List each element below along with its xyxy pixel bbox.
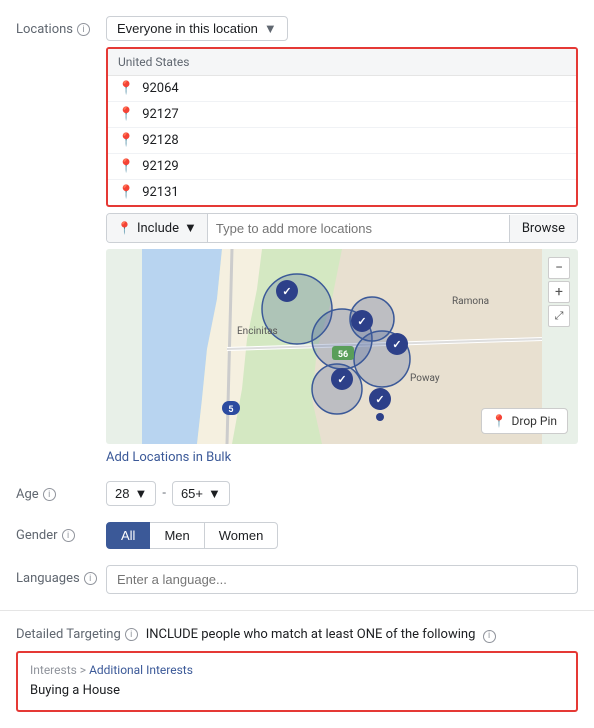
age-dash: - xyxy=(162,486,166,501)
include-bar: 📍 Include ▼ Browse xyxy=(106,213,578,243)
include-chevron-icon: ▼ xyxy=(184,220,197,236)
svg-text:✓: ✓ xyxy=(392,338,401,351)
dt-description-text: INCLUDE people who match at least ONE of… xyxy=(146,627,476,642)
location-type-label: Everyone in this location xyxy=(117,21,258,36)
language-input[interactable] xyxy=(106,565,578,594)
age-max-value: 65+ xyxy=(181,486,203,501)
languages-label-text: Languages xyxy=(16,571,80,586)
location-scroll-area[interactable]: 📍 92064 📍 92127 📍 92128 📍 92129 📍 92131 xyxy=(108,76,576,205)
zip-code: 92131 xyxy=(142,185,179,200)
zip-code: 92064 xyxy=(142,81,179,96)
pin-icon: 📍 xyxy=(118,185,134,200)
location-list-box: United States 📍 92064 📍 92127 📍 92128 📍 92129 📍 9… xyxy=(106,47,578,207)
gender-label: Gender i xyxy=(16,522,106,543)
gender-all-button[interactable]: All xyxy=(106,522,150,549)
gender-info-icon: i xyxy=(62,529,75,542)
age-info-icon: i xyxy=(43,488,56,501)
dt-description-info-icon: i xyxy=(483,630,496,643)
locations-label-text: Locations xyxy=(16,22,73,37)
drop-pin-label: Drop Pin xyxy=(512,414,558,428)
svg-text:✓: ✓ xyxy=(282,285,291,298)
targeting-item: Buying a House xyxy=(30,681,564,700)
age-max-chevron-icon: ▼ xyxy=(208,486,221,501)
gender-men-button[interactable]: Men xyxy=(149,522,204,549)
age-min-chevron-icon: ▼ xyxy=(134,486,147,501)
gender-label-text: Gender xyxy=(16,528,58,543)
svg-text:5: 5 xyxy=(228,405,233,415)
gender-row: Gender i AllMenWomen xyxy=(0,516,594,555)
drop-pin-button[interactable]: 📍 Drop Pin xyxy=(481,408,568,434)
pin-icon: 📍 xyxy=(118,107,134,122)
svg-text:✓: ✓ xyxy=(337,373,346,386)
breadcrumb-link[interactable]: Additional Interests xyxy=(89,663,193,677)
targeting-box: Interests > Additional Interests Buying … xyxy=(16,651,578,712)
svg-text:Poway: Poway xyxy=(410,373,440,384)
locations-info-icon: i xyxy=(77,23,90,36)
dt-header-row: Detailed Targeting i INCLUDE people who … xyxy=(16,627,578,643)
age-min-value: 28 xyxy=(115,486,129,501)
zip-code: 92129 xyxy=(142,159,179,174)
section-divider xyxy=(0,610,594,611)
gender-group: AllMenWomen xyxy=(106,522,578,549)
dt-label-text: Detailed Targeting xyxy=(16,627,121,642)
age-label-text: Age xyxy=(16,487,39,502)
browse-button[interactable]: Browse xyxy=(509,215,577,242)
location-type-dropdown[interactable]: Everyone in this location ▼ xyxy=(106,16,288,41)
svg-text:Encinitas: Encinitas xyxy=(237,326,278,337)
zip-code: 92127 xyxy=(142,107,179,122)
age-row: Age i 28 ▼ - 65+ ▼ xyxy=(0,475,594,512)
include-dropdown[interactable]: 📍 Include ▼ xyxy=(107,214,208,242)
location-search-input[interactable] xyxy=(208,215,509,242)
include-label: Include xyxy=(137,221,179,236)
fullscreen-button[interactable]: ⤢ xyxy=(548,305,570,327)
dt-info-icon: i xyxy=(125,628,138,641)
languages-label: Languages i xyxy=(16,565,106,586)
locations-row: Locations i Everyone in this location ▼ … xyxy=(0,10,594,471)
targeting-breadcrumb: Interests > Additional Interests xyxy=(30,663,564,677)
gender-content: AllMenWomen xyxy=(106,522,578,549)
age-label: Age i xyxy=(16,481,106,502)
svg-text:✓: ✓ xyxy=(375,393,384,406)
languages-row: Languages i xyxy=(0,559,594,600)
svg-text:✓: ✓ xyxy=(357,315,366,328)
dt-label: Detailed Targeting i xyxy=(16,627,138,642)
location-item: 📍 92131 xyxy=(108,180,576,205)
age-content: 28 ▼ - 65+ ▼ xyxy=(106,481,578,506)
location-item: 📍 92129 xyxy=(108,154,576,180)
chevron-down-icon: ▼ xyxy=(264,21,277,36)
gender-women-button[interactable]: Women xyxy=(204,522,279,549)
dt-description: INCLUDE people who match at least ONE of… xyxy=(146,627,578,643)
svg-text:56: 56 xyxy=(338,350,348,360)
languages-content xyxy=(106,565,578,594)
map-controls: − + ⤢ xyxy=(548,257,570,327)
zoom-in-button[interactable]: + xyxy=(548,281,570,303)
pin-icon: 📍 xyxy=(118,133,134,148)
breadcrumb-prefix: Interests xyxy=(30,663,77,677)
age-max-dropdown[interactable]: 65+ ▼ xyxy=(172,481,230,506)
map-container: ✓ ✓ ✓ ✓ xyxy=(106,249,578,444)
detailed-targeting-section: Detailed Targeting i INCLUDE people who … xyxy=(0,621,594,718)
locations-label: Locations i xyxy=(16,16,106,37)
svg-text:Ramona: Ramona xyxy=(452,296,489,307)
zoom-out-button[interactable]: − xyxy=(548,257,570,279)
pin-icon: 📍 xyxy=(118,159,134,174)
add-locations-bulk-link[interactable]: Add Locations in Bulk xyxy=(106,450,231,465)
age-min-dropdown[interactable]: 28 ▼ xyxy=(106,481,156,506)
zip-code: 92128 xyxy=(142,133,179,148)
location-item: 📍 92128 xyxy=(108,128,576,154)
location-country-header: United States xyxy=(108,49,576,76)
location-item: 📍 92127 xyxy=(108,102,576,128)
locations-content: Everyone in this location ▼ United State… xyxy=(106,16,578,465)
languages-info-icon: i xyxy=(84,572,97,585)
location-item: 📍 92064 xyxy=(108,76,576,102)
pin-icon: 📍 xyxy=(118,81,134,96)
pin-icon: 📍 xyxy=(492,414,507,428)
breadcrumb-separator: > xyxy=(80,663,89,677)
